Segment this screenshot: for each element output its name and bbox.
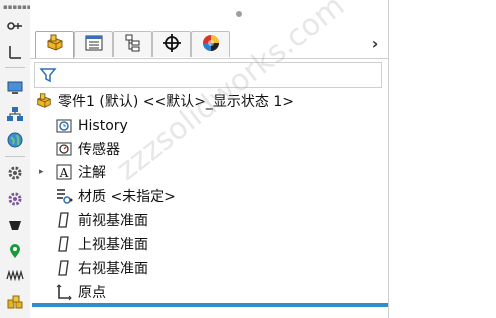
history-folder-icon: [54, 116, 74, 136]
svg-text:A: A: [59, 166, 69, 180]
tree-item-label: 原点: [78, 285, 106, 301]
gear-settings-icon[interactable]: [4, 189, 26, 209]
sensors-icon: [54, 139, 74, 159]
tree-item-history[interactable]: History: [54, 115, 128, 137]
tree-item-label: History: [78, 118, 128, 134]
tree-item-label: 材质 <未指定>: [78, 189, 176, 205]
left-toolbar: ▪▪▪▪▪▪▪▪▪: [0, 0, 46, 318]
network-icon[interactable]: [4, 104, 26, 124]
spring-icon[interactable]: [4, 266, 26, 286]
propertymanager-tab[interactable]: [74, 31, 113, 57]
gear-icon[interactable]: [4, 163, 26, 183]
tree-item-right-plane[interactable]: 右视基准面: [54, 257, 148, 279]
appearance-sphere-icon: [201, 33, 221, 57]
expand-annotations-toggle[interactable]: ▸: [39, 161, 44, 183]
crosshair-icon: [162, 33, 182, 57]
configuration-icon: [123, 33, 143, 57]
tree-item-label: 传感器: [78, 142, 120, 158]
tree-root-label: 零件1 (默认) <<默认>_显示状态 1>: [58, 94, 295, 110]
material-icon: [54, 186, 74, 206]
part-icon: [34, 91, 54, 111]
configurationmanager-tab[interactable]: [113, 31, 152, 57]
tree-item-annotations[interactable]: A 注解: [54, 161, 106, 183]
filter-icon[interactable]: [39, 66, 57, 84]
plane-icon: [54, 258, 74, 278]
display-manager-tab[interactable]: [191, 31, 230, 57]
tree-root-part[interactable]: 零件1 (默认) <<默认>_显示状态 1>: [34, 90, 294, 112]
tree-item-sensors[interactable]: 传感器: [54, 138, 120, 160]
tree-item-label: 前视基准面: [78, 213, 148, 229]
property-list-icon: [84, 33, 104, 57]
feature-manager-panel: › 零件1 (默认) <<默认>_显示状态 1> History 传感器 ▸ A…: [30, 0, 389, 318]
panel-grip[interactable]: [236, 11, 242, 17]
tree-item-front-plane[interactable]: 前视基准面: [54, 209, 148, 231]
tree-item-label: 右视基准面: [78, 261, 148, 277]
tree-item-label: 上视基准面: [78, 237, 148, 253]
globe-icon[interactable]: [4, 130, 26, 150]
tree-item-material[interactable]: 材质 <未指定>: [54, 185, 176, 207]
tabs-more-arrow[interactable]: ›: [368, 34, 382, 54]
manager-tabs: ›: [30, 30, 388, 59]
monitor-icon[interactable]: [4, 78, 26, 98]
part-icon: [45, 33, 65, 57]
featuremanager-tab[interactable]: [35, 31, 74, 58]
location-pin-icon[interactable]: [4, 241, 26, 261]
assembly-icon[interactable]: [4, 292, 26, 312]
smart-dimension-icon[interactable]: [4, 16, 26, 36]
tree-item-origin[interactable]: 原点: [54, 281, 106, 303]
annotations-icon: A: [54, 162, 74, 182]
bucket-icon[interactable]: [4, 215, 26, 235]
graphics-area[interactable]: [389, 0, 496, 318]
rollback-bar[interactable]: [32, 303, 388, 307]
tree-filter[interactable]: [34, 62, 382, 88]
plane-icon: [54, 234, 74, 254]
linear-dimension-icon[interactable]: [4, 42, 26, 62]
origin-icon: [54, 282, 74, 302]
tree-item-label: 注解: [78, 165, 106, 181]
plane-icon: [54, 210, 74, 230]
tree-item-top-plane[interactable]: 上视基准面: [54, 233, 148, 255]
dimxpert-tab[interactable]: [152, 31, 191, 57]
